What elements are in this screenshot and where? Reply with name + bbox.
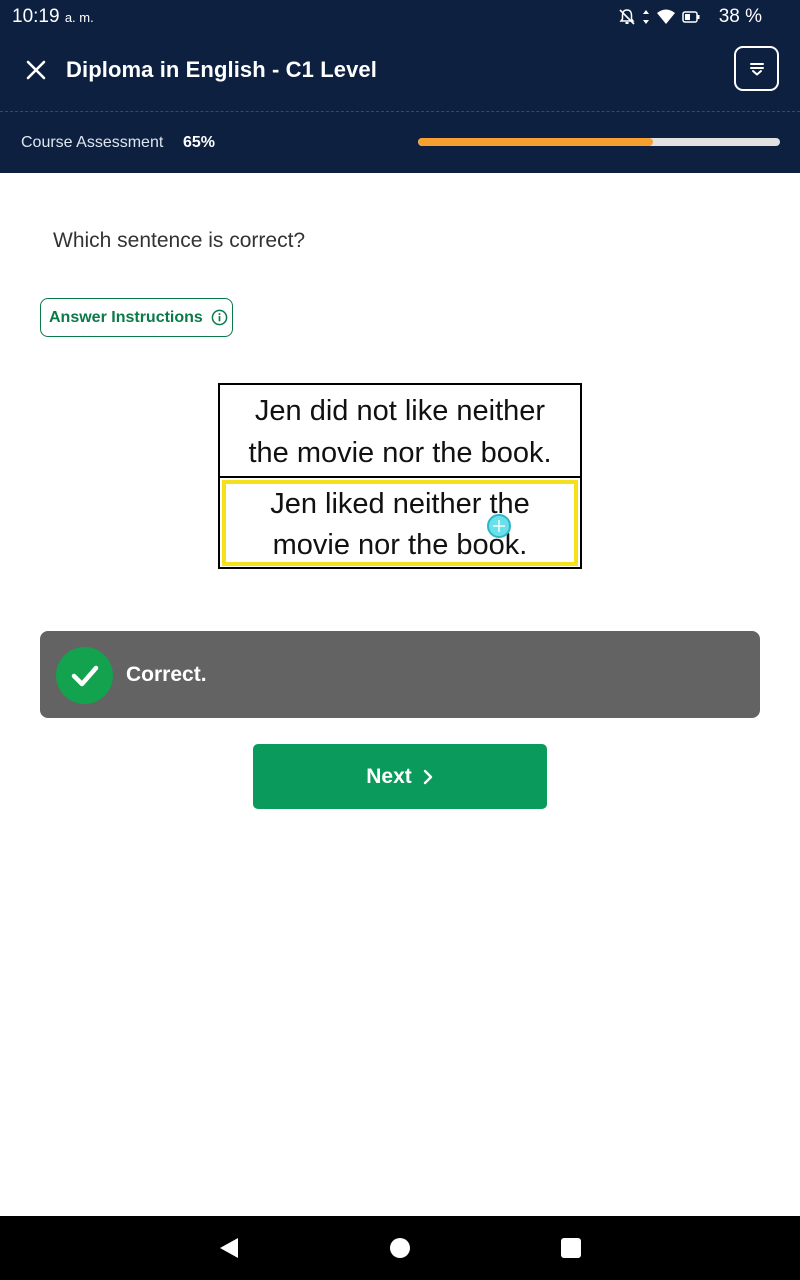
answer-option-1-line2: the movie nor the book. — [248, 437, 552, 469]
status-bar: 10:19 a. m. 38 % — [0, 0, 800, 34]
back-icon[interactable] — [218, 1237, 240, 1259]
feedback-text: Correct. — [126, 663, 207, 686]
answer-option-2-line1: Jen liked neither the — [270, 488, 530, 520]
menu-icon — [749, 62, 764, 75]
close-icon — [26, 60, 46, 80]
status-time-ampm: a. m. — [64, 10, 94, 25]
system-nav-bar — [0, 1216, 800, 1280]
answer-option-1-line1: Jen did not like neither — [254, 395, 546, 427]
info-icon — [211, 309, 228, 326]
battery-icon — [682, 11, 700, 23]
chevron-right-icon — [423, 769, 432, 784]
wifi-icon — [657, 9, 675, 24]
answer-instructions-button[interactable]: Answer Instructions — [40, 298, 233, 337]
progress-percent: 65% — [183, 134, 216, 151]
home-icon[interactable] — [390, 1238, 410, 1258]
status-time-value: 10:19 — [12, 6, 60, 27]
touch-indicator — [487, 514, 511, 538]
next-button-label: Next — [366, 764, 412, 788]
check-badge — [56, 647, 113, 704]
menu-button[interactable] — [734, 46, 779, 91]
notifications-off-icon — [619, 9, 635, 25]
page-title: Diploma in English - C1 Level — [66, 57, 377, 82]
answer-options: Jen did not like neither the movie nor t… — [218, 383, 582, 569]
progress-label: Course Assessment — [21, 134, 164, 151]
answer-option-2-selected[interactable]: Jen liked neither the movie nor the book… — [222, 480, 578, 566]
progress-bar-fill — [418, 138, 654, 146]
status-icons — [618, 8, 700, 26]
feedback-banner: Correct. — [40, 631, 760, 718]
question-text: Which sentence is correct? — [53, 229, 306, 252]
answer-option-2-line2: movie nor the book. — [272, 529, 528, 561]
plus-icon — [493, 520, 505, 532]
status-time: 10:19 a. m. — [12, 6, 94, 28]
battery-percentage: 38 % — [718, 6, 762, 27]
checkmark-icon — [71, 665, 98, 686]
close-button[interactable] — [22, 56, 50, 84]
app-header: Diploma in English - C1 Level — [0, 34, 800, 112]
answer-instructions-label: Answer Instructions — [49, 308, 203, 326]
next-button[interactable]: Next — [253, 744, 547, 809]
data-arrows-icon — [643, 10, 649, 24]
progress-bar — [418, 138, 780, 146]
answer-option-1[interactable]: Jen did not like neither the movie nor t… — [220, 390, 580, 478]
recents-icon[interactable] — [561, 1238, 581, 1258]
progress-row: Course Assessment 65% — [0, 112, 800, 173]
